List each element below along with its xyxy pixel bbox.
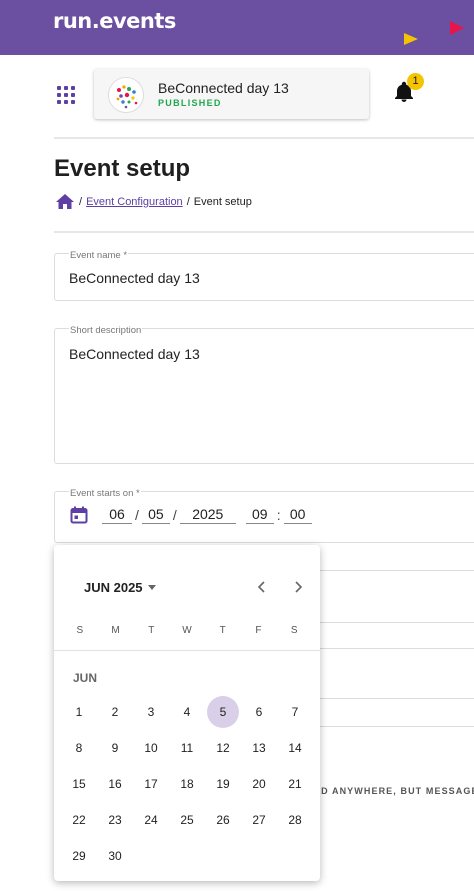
calendar-day[interactable]: 12 — [207, 732, 239, 764]
app-logo[interactable]: run.events — [53, 9, 176, 33]
home-icon[interactable] — [55, 193, 75, 210]
previous-month-button[interactable] — [253, 578, 271, 596]
calendar-day[interactable]: 28 — [279, 804, 311, 836]
month-year-selector[interactable]: JUN 2025 — [84, 580, 156, 595]
calendar-day[interactable]: 26 — [207, 804, 239, 836]
weekday-label: T — [219, 625, 226, 636]
event-name-field[interactable]: Event name * BeConnected day 13 — [54, 250, 474, 301]
event-name-value: BeConnected day 13 — [69, 270, 200, 286]
next-month-button[interactable] — [289, 578, 307, 596]
title-divider — [54, 231, 474, 233]
breadcrumb-separator: / — [186, 195, 190, 208]
calendar-day[interactable]: 6 — [243, 696, 275, 728]
calendar-day[interactable]: 27 — [243, 804, 275, 836]
calendar-day[interactable]: 15 — [63, 768, 95, 800]
year-input[interactable]: 2025 — [179, 506, 236, 524]
calendar-day[interactable]: 2 — [99, 696, 131, 728]
short-description-value: BeConnected day 13 — [69, 346, 200, 362]
header-divider — [54, 137, 474, 139]
calendar-day[interactable]: 14 — [279, 732, 311, 764]
calendar-day[interactable]: 17 — [135, 768, 167, 800]
calendar-day[interactable]: 16 — [99, 768, 131, 800]
calendar-day[interactable]: 3 — [135, 696, 167, 728]
event-name-label: Event name * — [69, 250, 129, 261]
month-input[interactable]: 06 — [102, 506, 132, 524]
caret-down-icon — [147, 585, 156, 590]
date-separator: / — [135, 507, 139, 523]
time-separator: : — [276, 507, 281, 523]
calendar-divider — [54, 650, 320, 651]
date-picker-popup: JUN 2025 S M T W T F S JUN 1 2 3 4 5 6 7 8 9 10 11… — [54, 545, 320, 881]
calendar-day[interactable]: 19 — [207, 768, 239, 800]
weekday-label: T — [148, 625, 155, 636]
calendar-icon[interactable] — [70, 506, 88, 524]
month-label: JUN — [73, 671, 98, 685]
event-selector-card[interactable]: BeConnected day 13 PUBLISHED — [94, 69, 369, 119]
day-input[interactable]: 05 — [141, 506, 170, 524]
calendar-day[interactable]: 7 — [279, 696, 311, 728]
event-avatar — [108, 77, 144, 113]
calendar-day[interactable]: 9 — [99, 732, 131, 764]
hour-input[interactable]: 09 — [245, 506, 274, 524]
date-time-inputs: 06 / 05 / 2025 09 : 00 — [70, 506, 312, 524]
breadcrumb-current: Event setup — [193, 195, 252, 208]
calendar-day[interactable]: 24 — [135, 804, 167, 836]
calendar-day[interactable]: 23 — [99, 804, 131, 836]
calendar-day[interactable]: 4 — [171, 696, 203, 728]
breadcrumb: / Event Configuration / Event setup — [55, 193, 252, 210]
red-arrow-icon — [450, 21, 464, 35]
top-bar: run.events — [0, 0, 474, 55]
short-description-field[interactable]: Short description BeConnected day 13 — [54, 325, 474, 464]
calendar-day[interactable]: 10 — [135, 732, 167, 764]
weekday-label: S — [76, 625, 84, 636]
calendar-day-selected[interactable]: 5 — [207, 696, 239, 728]
notification-count-badge: 1 — [407, 73, 424, 90]
calendar-day[interactable]: 22 — [63, 804, 95, 836]
weekday-label: S — [290, 625, 298, 636]
background-hint-text: ED ANYWHERE, BUT MESSAGE — [314, 786, 474, 796]
calendar-day[interactable]: 13 — [243, 732, 275, 764]
calendar-day[interactable]: 18 — [171, 768, 203, 800]
calendar-day[interactable]: 25 — [171, 804, 203, 836]
calendar-day[interactable]: 29 — [63, 840, 95, 872]
weekday-label: F — [255, 625, 262, 636]
event-starts-on-label: Event starts on * — [69, 488, 141, 499]
short-description-label: Short description — [69, 325, 143, 336]
weekday-label: W — [182, 625, 192, 636]
date-separator: / — [172, 507, 177, 523]
calendar-day[interactable]: 30 — [99, 840, 131, 872]
calendar-day[interactable]: 21 — [279, 768, 311, 800]
calendar-day[interactable]: 8 — [63, 732, 95, 764]
breadcrumb-separator: / — [79, 195, 83, 208]
breadcrumb-link-event-configuration[interactable]: Event Configuration — [86, 196, 183, 208]
weekday-label: M — [111, 625, 120, 636]
event-status-badge: PUBLISHED — [158, 98, 222, 108]
minute-input[interactable]: 00 — [283, 506, 312, 524]
weekday-header: S M T W T F S — [62, 625, 312, 636]
yellow-arrow-icon — [404, 33, 418, 45]
calendar-day[interactable]: 1 — [63, 696, 95, 728]
calendar-day[interactable]: 20 — [243, 768, 275, 800]
apps-grid-icon[interactable] — [57, 86, 75, 104]
month-year-label: JUN 2025 — [84, 580, 143, 595]
event-name: BeConnected day 13 — [158, 80, 289, 96]
page-title: Event setup — [54, 155, 191, 182]
calendar-day[interactable]: 11 — [171, 732, 203, 764]
